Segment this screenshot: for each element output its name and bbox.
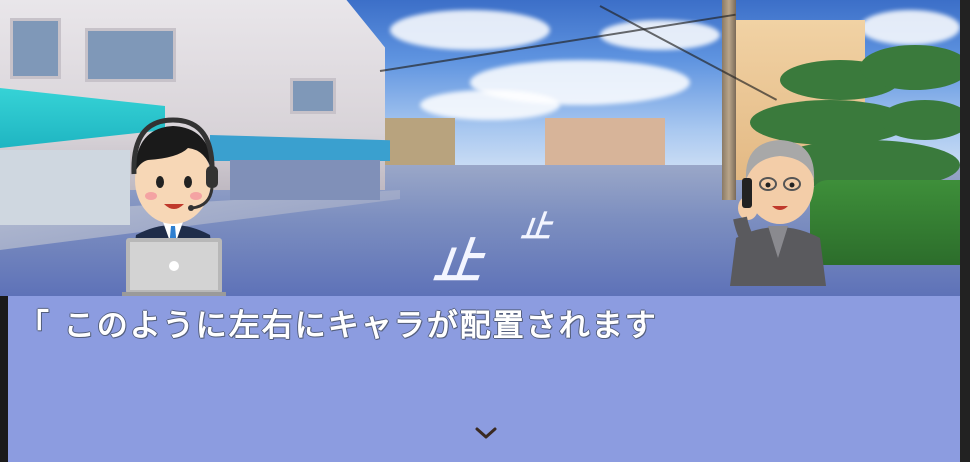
game-stage[interactable]: 止 止 「 このように左右にキャラが配置されます [0, 0, 960, 462]
elderly-man-phone-icon [728, 128, 828, 286]
building-window [10, 18, 61, 79]
cloud [420, 90, 560, 120]
distant-building [545, 118, 665, 170]
message-window[interactable]: 「 このように左右にキャラが配置されます [8, 296, 960, 462]
chevron-down-icon[interactable] [473, 424, 499, 442]
shopfront [230, 160, 380, 200]
building-window [290, 78, 336, 114]
dialogue-text: 「 このように左右にキャラが配置されます [18, 308, 658, 344]
window-edge [960, 0, 970, 462]
hedge [810, 180, 960, 265]
shop-goods [0, 150, 130, 225]
building-window [85, 28, 176, 82]
cloud [390, 10, 550, 50]
operator-headset-laptop-icon [118, 110, 228, 300]
